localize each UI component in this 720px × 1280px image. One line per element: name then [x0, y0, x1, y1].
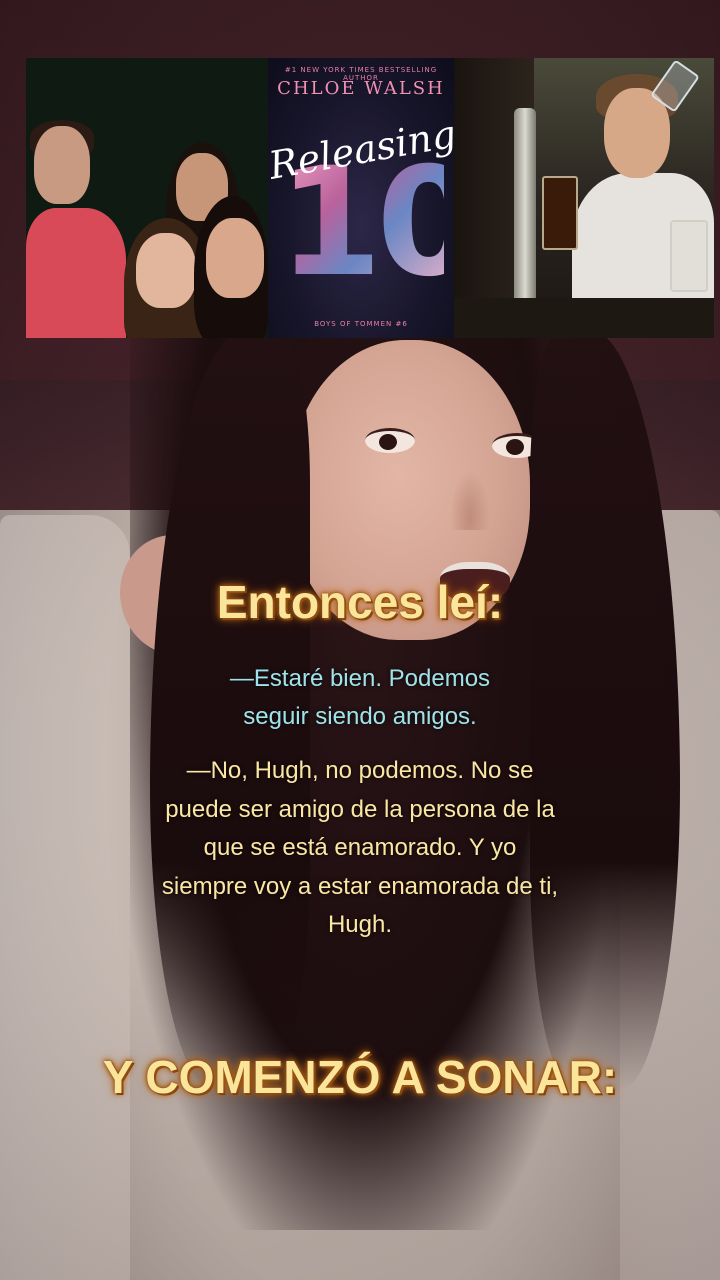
book-cover: #1 NEW YORK TIMES BESTSELLING AUTHOR CHL… — [268, 58, 454, 338]
person-face — [136, 233, 196, 308]
collage-photo-bar — [454, 58, 714, 338]
person-face — [206, 218, 264, 298]
caption-quote-1: —Estaré bien. Podemos seguir siendo amig… — [0, 660, 720, 736]
book-series: BOYS OF TOMMEN #6 — [314, 320, 408, 328]
image-collage: #1 NEW YORK TIMES BESTSELLING AUTHOR CHL… — [26, 58, 714, 338]
person-face — [34, 126, 90, 204]
caption-quote-2: —No, Hugh, no podemos. No se puede ser a… — [161, 757, 559, 938]
caption-heading: Entonces leí: — [216, 576, 504, 628]
red-shirt — [26, 208, 126, 338]
caption-footer: Y COMENZÓ A SONAR: — [102, 1051, 618, 1103]
collage-photo-group — [26, 58, 268, 338]
caption-quote-1-line-2: seguir siendo amigos. — [243, 703, 477, 730]
bar-counter — [454, 298, 714, 338]
caption-quote-1-line-1: —Estaré bien. Podemos — [229, 665, 491, 692]
pint-glass — [542, 176, 578, 250]
beer-tap — [514, 108, 536, 308]
empty-glass — [670, 220, 708, 292]
book-author: CHLOE WALSH — [277, 78, 445, 99]
